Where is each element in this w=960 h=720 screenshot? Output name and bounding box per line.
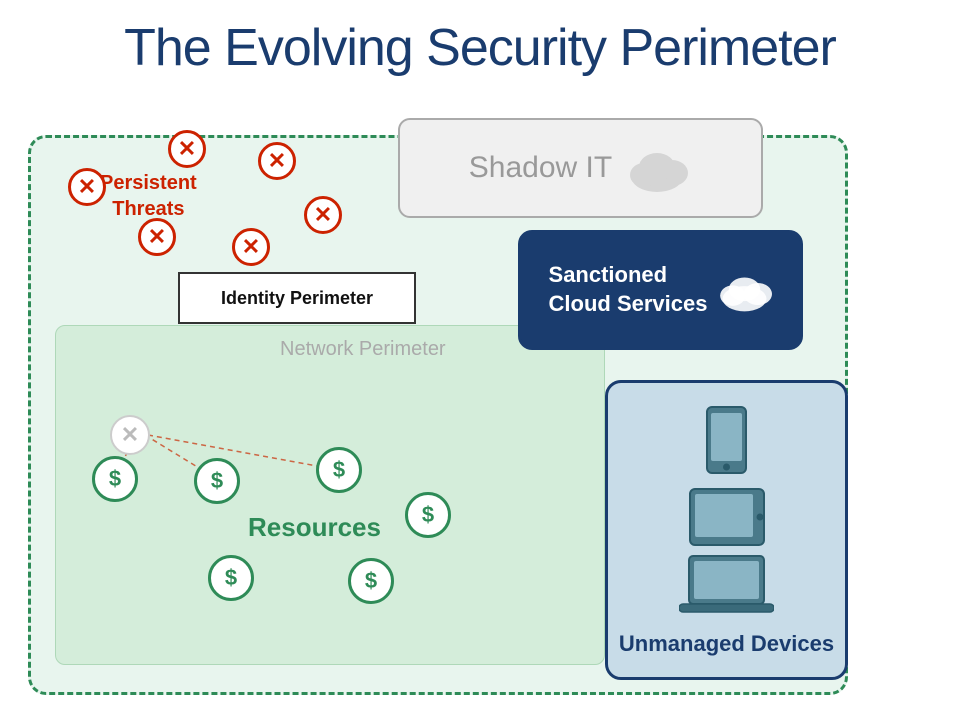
resource-5: $	[208, 555, 254, 601]
threat-x-2: ✕	[258, 142, 296, 180]
sanctioned-cloud-box: SanctionedCloud Services	[518, 230, 803, 350]
identity-perimeter-box: Identity Perimeter	[178, 272, 416, 324]
shadow-it-label: Shadow IT	[469, 151, 612, 185]
laptop-icon	[679, 554, 774, 614]
network-perimeter-area	[55, 325, 605, 665]
resources-label: Resources	[248, 512, 381, 543]
faded-threat-x: ✕	[110, 415, 150, 455]
identity-perimeter-label: Identity Perimeter	[221, 288, 373, 309]
sanctioned-cloud-icon	[717, 268, 772, 313]
threat-x-4: ✕	[304, 196, 342, 234]
unmanaged-devices-box: Unmanaged Devices	[605, 380, 848, 680]
resource-2: $	[194, 458, 240, 504]
network-perimeter-label: Network Perimeter	[280, 338, 446, 361]
unmanaged-label: Unmanaged Devices	[619, 630, 834, 659]
resource-6: $	[348, 558, 394, 604]
page-title: The Evolving Security Perimeter	[0, 0, 960, 78]
resource-1: $	[92, 456, 138, 502]
phone-icon	[699, 405, 754, 480]
resource-4: $	[405, 492, 451, 538]
devices-icons-group	[679, 405, 774, 614]
resource-3: $	[316, 447, 362, 493]
tablet-icon	[687, 486, 767, 548]
threat-x-1: ✕	[168, 130, 206, 168]
persistent-threats-label: PersistentThreats	[100, 170, 197, 222]
sanctioned-label: SanctionedCloud Services	[549, 261, 708, 318]
shadow-it-box: Shadow IT	[398, 118, 763, 218]
shadow-it-cloud-icon	[622, 143, 692, 193]
threat-x-6: ✕	[232, 228, 270, 266]
threat-x-5: ✕	[138, 218, 176, 256]
threat-x-3: ✕	[68, 168, 106, 206]
